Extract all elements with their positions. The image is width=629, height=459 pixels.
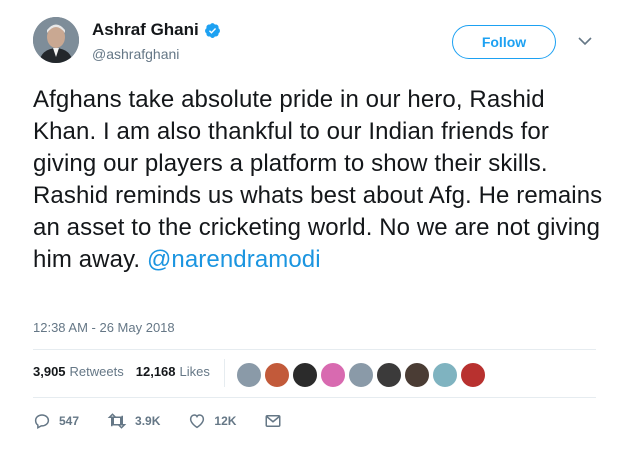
tweet-body: Afghans take absolute pride in our hero,… xyxy=(33,86,603,273)
reply-button[interactable]: 547 xyxy=(33,412,79,430)
retweet-button[interactable]: 3.9K xyxy=(107,412,160,430)
stats-divider xyxy=(224,359,225,387)
retweets-stat[interactable]: 3,905 Retweets xyxy=(33,364,124,379)
envelope-icon xyxy=(265,415,281,427)
likes-count: 12,168 xyxy=(135,364,176,379)
liker-avatar[interactable] xyxy=(376,362,402,388)
mention-link[interactable]: @narendramodi xyxy=(147,246,321,273)
avatar[interactable] xyxy=(33,17,79,63)
divider xyxy=(33,397,596,398)
liker-avatar[interactable] xyxy=(460,362,486,388)
tweet-timestamp[interactable]: 12:38 AM - 26 May 2018 xyxy=(33,320,175,335)
liker-avatar[interactable] xyxy=(432,362,458,388)
heart-icon xyxy=(190,414,205,429)
liker-avatar[interactable] xyxy=(348,362,374,388)
author-name[interactable]: Ashraf Ghani xyxy=(92,20,199,40)
tweet-card: Ashraf Ghani @ashrafghani Follow Afghans… xyxy=(0,0,629,459)
avatar-photo xyxy=(33,17,79,63)
retweet-count: 3.9K xyxy=(135,414,161,428)
divider xyxy=(33,349,596,350)
verified-badge-icon xyxy=(204,22,220,38)
retweets-label: Retweets xyxy=(69,364,124,379)
liker-avatar[interactable] xyxy=(236,362,262,388)
tweet-text: Afghans take absolute pride in our hero,… xyxy=(33,84,603,276)
chevron-down-icon[interactable] xyxy=(578,36,592,46)
reply-count: 547 xyxy=(59,414,80,428)
retweets-count: 3,905 xyxy=(33,364,66,379)
tweet-actions: 547 3.9K 12K xyxy=(33,412,290,430)
liker-avatar[interactable] xyxy=(264,362,290,388)
like-count: 12K xyxy=(214,414,237,428)
liker-avatar[interactable] xyxy=(404,362,430,388)
follow-button[interactable]: Follow xyxy=(452,25,556,59)
retweet-icon xyxy=(107,413,127,429)
author-name-row: Ashraf Ghani xyxy=(92,20,221,40)
like-button[interactable]: 12K xyxy=(188,412,236,430)
likes-stat[interactable]: 12,168 Likes xyxy=(136,364,210,379)
likes-label: Likes xyxy=(179,364,210,379)
reply-icon xyxy=(34,414,50,430)
liker-avatar[interactable] xyxy=(320,362,346,388)
liker-avatars xyxy=(236,362,488,388)
liker-avatar[interactable] xyxy=(292,362,318,388)
message-button[interactable] xyxy=(264,412,290,430)
author-handle[interactable]: @ashrafghani xyxy=(92,46,179,62)
tweet-stats: 3,905 Retweets 12,168 Likes xyxy=(33,364,222,379)
